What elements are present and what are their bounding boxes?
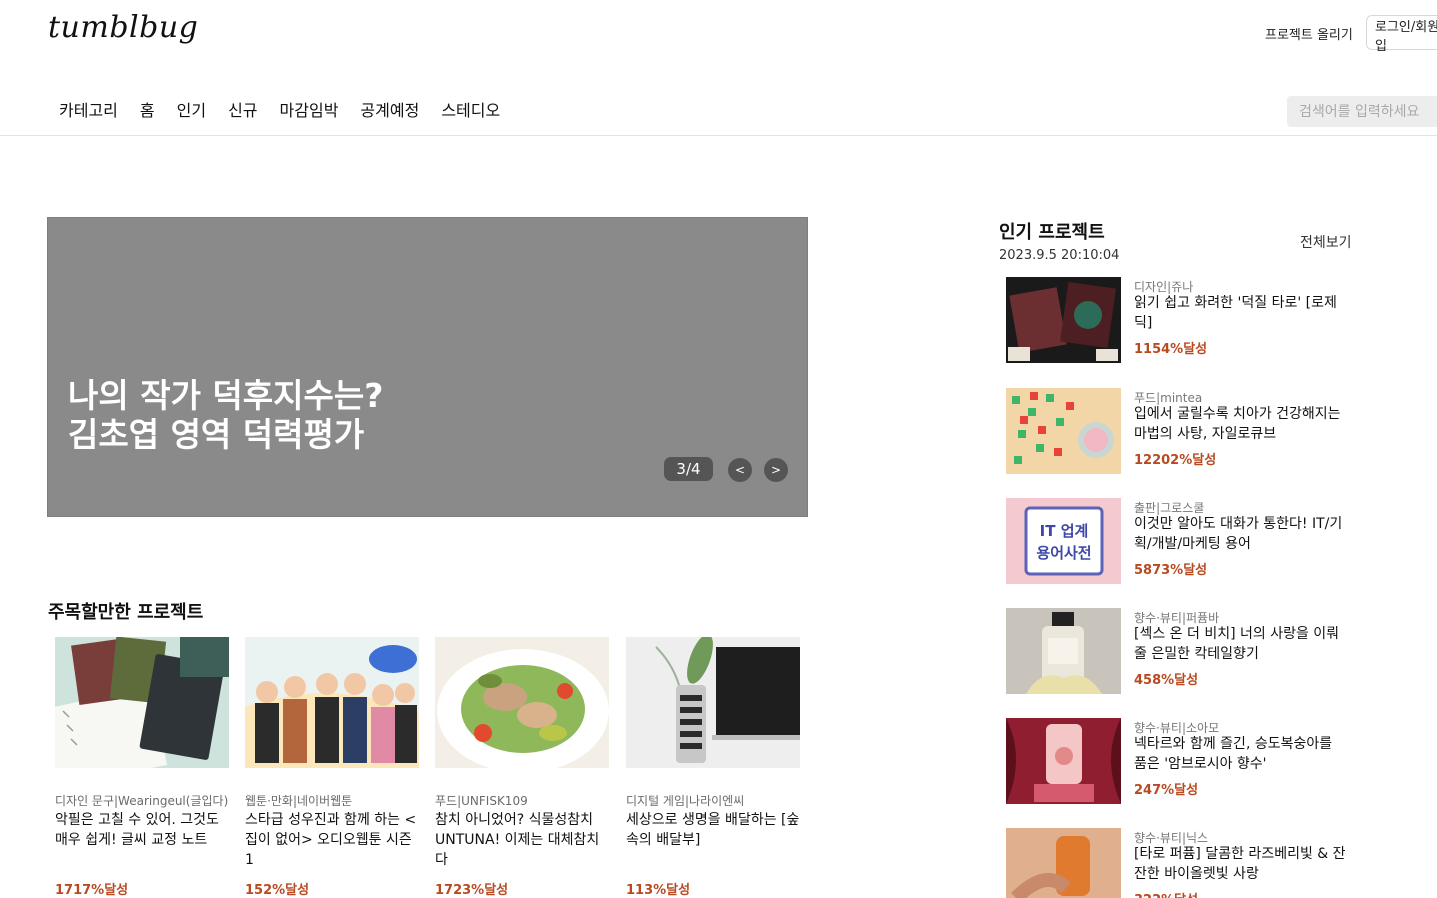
popular-item-title: [타로 퍼퓸] 달콤한 라즈베리빛 & 잔잔한 바이올렛빛 사랑 bbox=[1134, 846, 1346, 882]
card-funding-rate: 113%달성 bbox=[626, 883, 691, 898]
popular-item[interactable]: 향수·뷰티|소아모 넥타르와 함께 즐긴, 승도복숭아를 품은 '암브로시아 향… bbox=[1006, 718, 1366, 806]
view-all-link[interactable]: 전체보기 bbox=[1300, 232, 1352, 252]
nav-category[interactable]: 카테고리 bbox=[59, 98, 118, 124]
card-category: 디자인 문구|Wearingeul(글입다) bbox=[55, 794, 229, 808]
popular-item-title: [섹스 온 더 비치] 너의 사랑을 이뤄줄 은밀한 칵테일향기 bbox=[1134, 626, 1340, 662]
popular-item[interactable]: 푸드|mintea 입에서 굴릴수록 치아가 건강해지는 마법의 사탕, 자일로… bbox=[1006, 388, 1366, 476]
featured-card[interactable]: 웹툰·만화|네이버웹툰 스타급 성우진과 함께 하는 <집이 없어> 오디오웹툰… bbox=[245, 637, 419, 898]
featured-card[interactable]: 디지털 게임|나라이엔씨 세상으로 생명을 배달하는 [숲 속의 배달부] 11… bbox=[626, 637, 800, 898]
project-thumbnail bbox=[1006, 718, 1121, 804]
hero-next-button[interactable]: > bbox=[764, 458, 788, 482]
featured-card[interactable]: 푸드|UNFISK109 참치 아니었어? 식물성참치 UNTUNA! 이제는 … bbox=[435, 637, 609, 898]
nav-new[interactable]: 신규 bbox=[228, 98, 257, 124]
login-signup-button[interactable]: 로그인/회원가입 bbox=[1366, 15, 1437, 54]
hero-slide-counter: 3/4 bbox=[664, 457, 713, 481]
project-thumbnail bbox=[245, 637, 419, 768]
popular-item[interactable]: 디자인|쥬나 읽기 쉽고 화려한 '덕질 타로' [로제딕] 1154%달성 bbox=[1006, 277, 1366, 365]
popular-item-funding-rate: 247%달성 bbox=[1134, 783, 1199, 798]
popular-item-funding-rate: 12202%달성 bbox=[1134, 453, 1217, 468]
popular-item-title: 입에서 굴릴수록 치아가 건강해지는 마법의 사탕, 자일로큐브 bbox=[1134, 406, 1341, 442]
card-category: 푸드|UNFISK109 bbox=[435, 794, 528, 808]
popular-item-funding-rate: 322%달성 bbox=[1134, 889, 1198, 898]
popular-item-title: 넥타르와 함께 즐긴, 승도복숭아를 품은 '암브로시아 향수' bbox=[1134, 736, 1333, 772]
nav-studio[interactable]: 스테디오 bbox=[441, 98, 500, 124]
nav-home[interactable]: 홈 bbox=[140, 98, 155, 124]
card-category: 디지털 게임|나라이엔씨 bbox=[626, 794, 745, 808]
popular-item-funding-rate: 1154%달성 bbox=[1134, 342, 1208, 357]
project-thumbnail bbox=[55, 637, 229, 768]
project-thumbnail: IT 업계 용어사전 bbox=[1006, 498, 1121, 584]
popular-timestamp: 2023.9.5 20:10:04 bbox=[999, 248, 1120, 263]
search-input[interactable] bbox=[1287, 96, 1437, 127]
popular-item-title: 이것만 알아도 대화가 통한다! IT/기획/개발/마케팅 용어 bbox=[1134, 516, 1343, 552]
popular-item-title: 읽기 쉽고 화려한 '덕질 타로' [로제딕] bbox=[1134, 295, 1337, 331]
project-thumbnail bbox=[1006, 608, 1121, 694]
popular-item[interactable]: 향수·뷰티|퍼퓸바 [섹스 온 더 비치] 너의 사랑을 이뤄줄 은밀한 칵테일… bbox=[1006, 608, 1366, 696]
featured-card[interactable]: 디자인 문구|Wearingeul(글입다) 악필은 고칠 수 있어. 그것도 … bbox=[55, 637, 229, 898]
book-cover-line-1: IT 업계 bbox=[1040, 522, 1089, 540]
card-title: 악필은 고칠 수 있어. 그것도 매우 쉽게! 글씨 교정 노트 bbox=[55, 812, 219, 848]
project-thumbnail bbox=[1006, 277, 1121, 363]
book-cover-line-2: 용어사전 bbox=[1036, 544, 1091, 562]
project-thumbnail bbox=[1006, 828, 1121, 898]
project-thumbnail bbox=[626, 637, 800, 768]
nav-upcoming[interactable]: 공계예정 bbox=[360, 98, 419, 124]
project-thumbnail bbox=[435, 637, 609, 768]
card-title: 스타급 성우진과 함께 하는 <집이 없어> 오디오웹툰 시즌1 bbox=[245, 812, 417, 868]
featured-section-title: 주목할만한 프로젝트 bbox=[48, 602, 204, 623]
card-title: 세상으로 생명을 배달하는 [숲 속의 배달부] bbox=[626, 812, 800, 848]
popular-item[interactable]: IT 업계 용어사전 출판|그로스쿨 이것만 알아도 대화가 통한다! IT/기… bbox=[1006, 498, 1366, 586]
hero-banner[interactable]: 나의 작가 덕후지수는? 김초엽 영역 덕력평가 3/4 < > bbox=[47, 217, 808, 517]
nav-closing-soon[interactable]: 마감임박 bbox=[280, 98, 339, 124]
card-title: 참치 아니었어? 식물성참치 UNTUNA! 이제는 대체참치다 bbox=[435, 812, 600, 868]
upload-project-link[interactable]: 프로젝트 올리기 bbox=[1265, 24, 1353, 43]
header-divider bbox=[0, 135, 1437, 136]
card-funding-rate: 1717%달성 bbox=[55, 883, 129, 898]
card-funding-rate: 152%달성 bbox=[245, 883, 310, 898]
popular-item[interactable]: 향수·뷰티|닉스 [타로 퍼퓸] 달콤한 라즈베리빛 & 잔잔한 바이올렛빛 사… bbox=[1006, 828, 1366, 898]
popular-item-funding-rate: 458%달성 bbox=[1134, 673, 1199, 688]
card-funding-rate: 1723%달성 bbox=[435, 883, 509, 898]
popular-item-funding-rate: 5873%달성 bbox=[1134, 563, 1208, 578]
main-nav: 카테고리 홈 인기 신규 마감임박 공계예정 스테디오 bbox=[48, 98, 511, 124]
hero-prev-button[interactable]: < bbox=[728, 458, 752, 482]
project-thumbnail bbox=[1006, 388, 1121, 474]
hero-title: 나의 작가 덕후지수는? 김초엽 영역 덕력평가 bbox=[68, 376, 384, 454]
nav-popular[interactable]: 인기 bbox=[177, 98, 206, 124]
card-category: 웹툰·만화|네이버웹툰 bbox=[245, 794, 353, 808]
popular-section-title: 인기 프로젝트 bbox=[999, 222, 1105, 243]
tumblbug-logo[interactable]: tumblbug bbox=[48, 10, 198, 45]
